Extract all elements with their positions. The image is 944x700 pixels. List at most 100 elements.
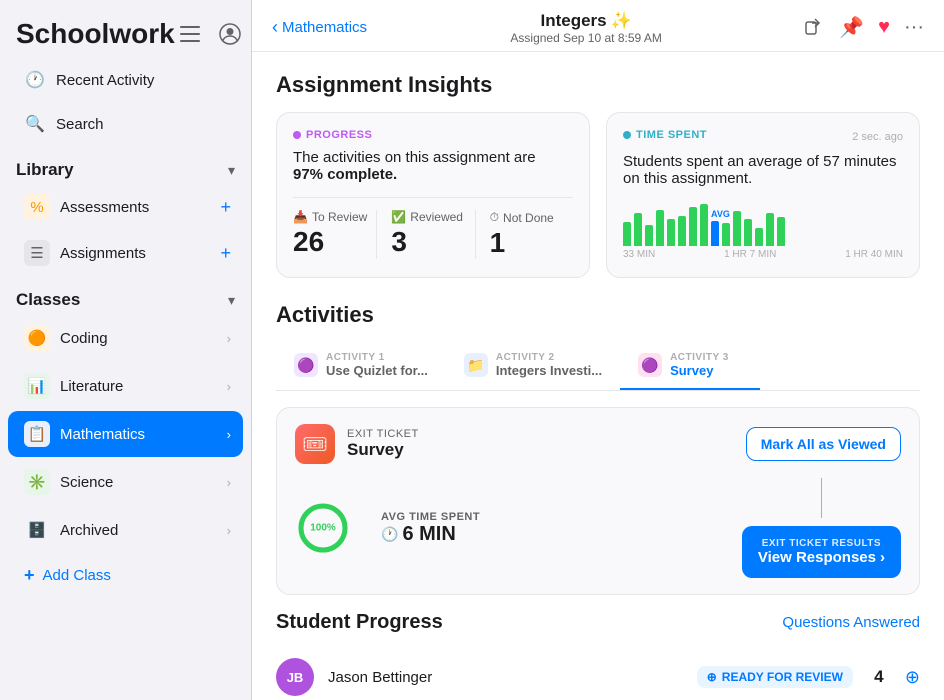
main-content: ‹ Mathematics Integers ✨ Assigned Sep 10… [252, 0, 944, 700]
sidebar-item-assessments[interactable]: % Assessments + [8, 185, 243, 229]
classes-title: Classes [16, 290, 80, 310]
chevron-right-icon: › [227, 475, 231, 490]
more-options-icon[interactable]: ⊕ [905, 667, 920, 688]
activity-tab-3[interactable]: 🟣 ACTIVITY 3 Survey [620, 342, 760, 390]
avg-time-value: 6 MIN [402, 523, 455, 546]
questions-answered-link[interactable]: Questions Answered [782, 614, 920, 631]
activities-title: Activities [276, 302, 920, 328]
to-review-stat: 📥To Review 26 [293, 210, 376, 259]
sidebar-item-label: Recent Activity [56, 72, 154, 89]
inbox-icon: 📥 [293, 210, 308, 224]
library-section-header[interactable]: Library ▾ [0, 146, 251, 184]
sidebar-item-science[interactable]: ✳️ Science › [8, 459, 243, 505]
progress-label: PROGRESS [293, 129, 573, 141]
class-label: Science [60, 474, 217, 491]
completion-circle: 100% [295, 500, 351, 556]
library-item-label: Assignments [60, 245, 146, 262]
exit-ticket-title-area: EXIT TICKET Survey [347, 428, 419, 460]
progress-body: The activities on this assignment are 97… [293, 149, 573, 183]
sparkle-icon: ✨ [611, 11, 632, 31]
timespent-body: Students spent an average of 57 minutes … [623, 153, 903, 187]
search-icon: 🔍 [24, 113, 46, 135]
activities-tabs: 🟣 ACTIVITY 1 Use Quizlet for... 📁 ACTIVI… [276, 342, 920, 391]
topbar-center: Integers ✨ Assigned Sep 10 at 8:59 AM [367, 11, 805, 45]
coding-icon: 🟠 [24, 325, 50, 351]
sidebar-item-mathematics[interactable]: 📋 Mathematics › [8, 411, 243, 457]
add-class-button[interactable]: + Add Class [8, 555, 243, 596]
activity1-icon: 🟣 [294, 353, 318, 377]
sidebar-item-search[interactable]: 🔍 Search [8, 103, 243, 145]
student-name: Jason Bettinger [328, 669, 683, 686]
add-icon: + [24, 565, 35, 586]
class-label: Literature [60, 378, 217, 395]
share-icon[interactable] [805, 15, 825, 41]
sidebar-toggle-icon[interactable] [175, 19, 205, 49]
time-bar-chart: AVG 33 MIN 1 HR 7 MIN 1 HR 40 MIN [623, 201, 903, 261]
profile-icon[interactable] [215, 19, 245, 49]
sidebar-item-recent-activity[interactable]: 🕐 Recent Activity [8, 59, 243, 101]
not-done-stat: ⏱Not Done 1 [475, 210, 573, 259]
activity-tab-content: ACTIVITY 2 Integers Investi... [496, 352, 602, 378]
student-row: JB Jason Bettinger ⊕ READY FOR REVIEW 4 … [276, 646, 920, 700]
exit-ticket-left: 🎟 EXIT TICKET Survey [295, 424, 419, 464]
avg-time-text: AVG TIME SPENT 🕐 6 MIN [381, 511, 480, 546]
timespent-label: TIME SPENT [623, 129, 707, 141]
clock-icon: 🕐 [24, 69, 46, 91]
sidebar-item-label: Search [56, 116, 104, 133]
sidebar: Schoolwork 🕐 Recent Activity 🔍 [0, 0, 252, 700]
chevron-right-icon: › [227, 427, 231, 442]
timestamp: 2 sec. ago [852, 131, 903, 143]
assigned-date: Assigned Sep 10 at 8:59 AM [367, 31, 805, 45]
library-title: Library [16, 160, 74, 180]
add-assignment-icon[interactable]: + [220, 243, 231, 264]
class-label: Coding [60, 330, 217, 347]
sidebar-item-coding[interactable]: 🟠 Coding › [8, 315, 243, 361]
assessments-icon: % [24, 194, 50, 220]
plus-circle-icon: ⊕ [707, 670, 717, 684]
insights-row: PROGRESS The activities on this assignme… [276, 112, 920, 278]
time-spent-card: TIME SPENT 2 sec. ago Students spent an … [606, 112, 920, 278]
class-label: Archived [60, 522, 217, 539]
timespent-dot [623, 131, 631, 139]
reviewed-stat: ✅Reviewed 3 [376, 210, 474, 259]
activity-tab-2[interactable]: 📁 ACTIVITY 2 Integers Investi... [446, 342, 620, 390]
responses-section: EXIT TICKET RESULTS View Responses › [742, 478, 901, 578]
sidebar-item-literature[interactable]: 📊 Literature › [8, 363, 243, 409]
chevron-right-icon: › [227, 379, 231, 394]
exit-ticket-icon: 🎟 [295, 424, 335, 464]
add-assessment-icon[interactable]: + [220, 197, 231, 218]
topbar: ‹ Mathematics Integers ✨ Assigned Sep 10… [252, 0, 944, 52]
progress-dot [293, 131, 301, 139]
progress-card: PROGRESS The activities on this assignme… [276, 112, 590, 278]
ellipsis-icon[interactable]: ··· [904, 16, 924, 39]
activity2-icon: 📁 [464, 353, 488, 377]
sidebar-item-assignments[interactable]: ☰ Assignments + [8, 231, 243, 275]
main-body: Assignment Insights PROGRESS The activit… [252, 52, 944, 700]
view-responses-button[interactable]: EXIT TICKET RESULTS View Responses › [742, 526, 901, 578]
clock-circle-icon: ⏱ [490, 210, 499, 225]
mark-viewed-button[interactable]: Mark All as Viewed [746, 427, 901, 461]
heart-icon[interactable]: ♥ [878, 16, 890, 39]
back-button[interactable]: ‹ Mathematics [272, 17, 367, 38]
chart-labels: 33 MIN 1 HR 7 MIN 1 HR 40 MIN [623, 249, 903, 260]
activity-tab-1[interactable]: 🟣 ACTIVITY 1 Use Quizlet for... [276, 342, 446, 390]
avg-time-inner: 100% AVG TIME SPENT 🕐 6 MIN [295, 500, 480, 556]
student-progress-section: Student Progress Questions Answered JB J… [276, 611, 920, 700]
exit-ticket-small-label: EXIT TICKET [347, 428, 419, 440]
exit-ticket-header: 🎟 EXIT TICKET Survey Mark All as Viewed [295, 424, 901, 464]
sidebar-item-archived[interactable]: 🗄️ Archived › [8, 507, 243, 553]
pin-icon[interactable]: 📌 [839, 15, 864, 40]
sidebar-top-icons [175, 19, 245, 49]
exit-ticket-name: Survey [347, 440, 419, 460]
classes-section-header[interactable]: Classes ▾ [0, 276, 251, 314]
chevron-right-icon: › [227, 523, 231, 538]
student-score: 4 [867, 667, 891, 687]
assignment-title: Integers [540, 11, 606, 31]
progress-stats: 📥To Review 26 ✅Reviewed 3 ⏱Not Done 1 [293, 197, 573, 259]
library-item-label: Assessments [60, 199, 149, 216]
activity-tab-content: ACTIVITY 3 Survey [670, 352, 729, 378]
student-progress-header: Student Progress Questions Answered [276, 611, 920, 634]
exit-ticket-card: 🎟 EXIT TICKET Survey Mark All as Viewed [276, 407, 920, 595]
science-icon: ✳️ [24, 469, 50, 495]
library-chevron-icon: ▾ [228, 162, 235, 179]
